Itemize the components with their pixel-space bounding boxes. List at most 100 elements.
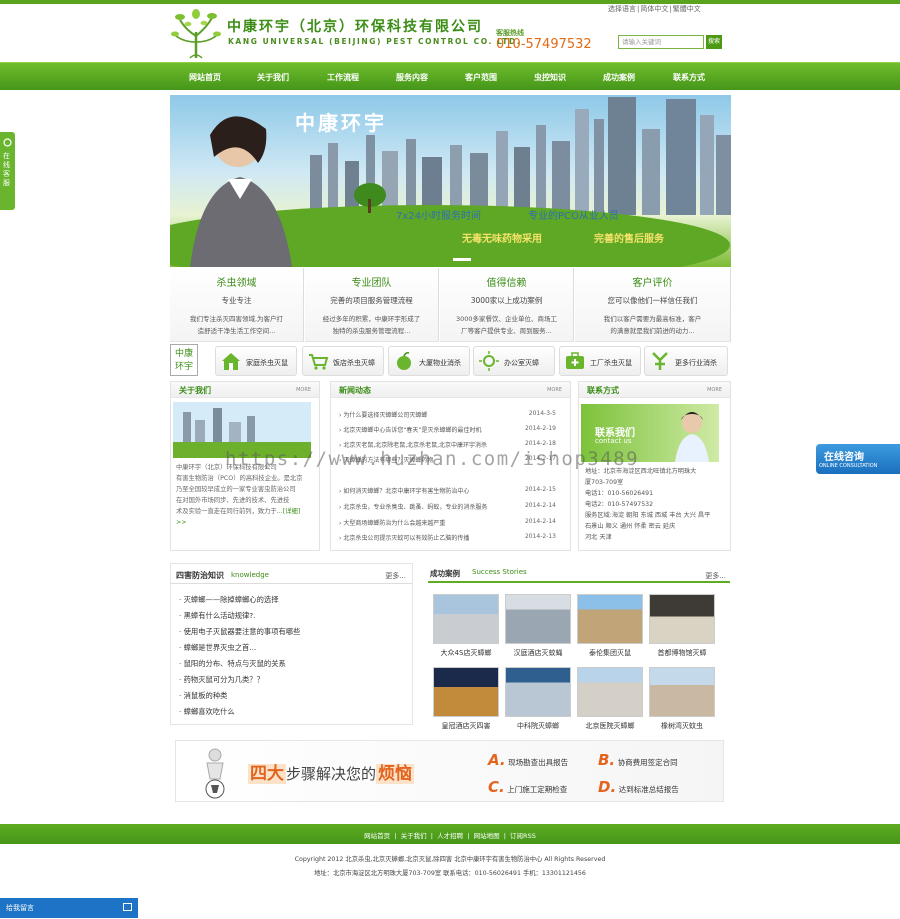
footer-link-sitemap[interactable]: 网站地图	[474, 832, 500, 840]
footer-link-home[interactable]: 网站首页	[364, 832, 390, 840]
cases-section: 成功案例 Success Stories 更多... 大众4S店灭蟑螂 汉庭酒店…	[428, 563, 730, 738]
service-label: 饭店杀虫灭蟑	[333, 359, 375, 367]
banner-pager[interactable]	[453, 258, 471, 261]
footer-link-about[interactable]: 关于我们	[401, 832, 427, 840]
company-name-cn: 中康环宇（北京）环保科技有限公司	[227, 19, 483, 35]
site-header: 中康环宇（北京）环保科技有限公司 KANG UNIVERSAL (BEIJING…	[170, 4, 730, 62]
knowledge-item[interactable]: · 消鼠板的种类	[179, 691, 227, 701]
service-label: 工厂杀虫灭鼠	[590, 359, 632, 367]
case-item[interactable]: 首都博物馆灭蟑	[649, 594, 715, 658]
feature-subtitle: 完善的项目服务管理流程	[330, 296, 413, 305]
online-consult-sublabel: ONLINE CONSULTATION	[819, 463, 878, 469]
main-nav: 网站首页 关于我们 工作流程 服务内容 客户范围 虫控知识 成功案例 联系方式	[0, 62, 900, 90]
news-item[interactable]: › 北京杀虫，专业杀臭虫、跳蚤、蚂蚁，专业的消杀服务	[339, 502, 487, 511]
nav-about[interactable]: 关于我们	[238, 72, 308, 83]
case-caption: 首都博物馆灭蟑	[657, 649, 707, 657]
link-simplified-chinese[interactable]: 简体中文	[639, 5, 669, 13]
banner-title: 中康环宇	[295, 111, 387, 135]
feature-title: 值得信赖	[486, 278, 527, 289]
nav-contact[interactable]: 联系方式	[654, 72, 724, 83]
news-item[interactable]: › 北京杀虫公司提示灭蚊可以有效防止乙脑的传播	[339, 533, 469, 542]
nav-services[interactable]: 服务内容	[377, 72, 447, 83]
case-caption: 皇冠酒店灭四害	[441, 722, 491, 730]
service-home[interactable]: 家庭杀虫灭鼠	[215, 346, 297, 376]
news-item[interactable]: › 如何消灭蟑螂？北京中康环宇有害生物防治中心	[339, 486, 469, 495]
feature-card[interactable]: 客户评价 您可以像他们一样信任我们 我们以客户需要为最高标准，客户 的满意就是我们…	[575, 268, 731, 342]
case-image	[433, 594, 499, 644]
knowledge-item[interactable]: · 蟑螂是世界灭虫之首...	[179, 643, 256, 653]
nav-workflow[interactable]: 工作流程	[308, 72, 378, 83]
case-item[interactable]: 泰伦集团灭鼠	[577, 594, 643, 658]
cases-more-link[interactable]: 更多...	[705, 571, 726, 581]
step-text: 现场勘查出具报告	[508, 758, 569, 767]
about-detail-link[interactable]: [详细]	[283, 508, 301, 515]
news-title: 新闻动态	[339, 386, 371, 395]
service-restaurant[interactable]: 饭店杀虫灭蟑	[302, 346, 384, 376]
footer-link-jobs[interactable]: 人才招聘	[437, 832, 463, 840]
case-image	[577, 594, 643, 644]
online-consult-button[interactable]: 在线咨询 ONLINE CONSULTATION	[816, 444, 900, 474]
knowledge-title: 四害防治知识	[176, 571, 224, 580]
case-item[interactable]: 皇冠酒店灭四害	[433, 667, 499, 731]
banner-line1-left: 7x24小时服务时间	[396, 211, 482, 222]
case-item[interactable]: 北京医院灭蟑螂	[577, 667, 643, 731]
about-arrow-link[interactable]: >>	[176, 517, 318, 528]
knowledge-item[interactable]: · 灭蟑螂——除掉蟑螂心的选择	[179, 595, 279, 605]
news-item[interactable]: › 北京灭蟑螂中心告诉您“春天”是灭杀蟑螂的最佳时机	[339, 425, 482, 434]
knowledge-item[interactable]: · 黑蟑有什么活动规律?.	[179, 611, 256, 621]
case-item[interactable]: 橡树湾灭蚊虫	[649, 667, 715, 731]
news-more-link[interactable]: MORE	[547, 387, 562, 393]
footer-address: 地址：北京市海淀区北方明珠大厦703-709室 联系电话：010-5602649…	[314, 870, 586, 877]
search-input[interactable]: 请输入关键词	[618, 35, 704, 49]
feature-card[interactable]: 值得信赖 3000家以上成功案例 3000多家餐饮、企业单位、商场工 厂等客户提供…	[440, 268, 574, 342]
news-date: 2014-2-18	[524, 440, 556, 447]
news-date: 2014-2-14	[524, 502, 556, 509]
nav-home[interactable]: 网站首页	[170, 72, 240, 83]
case-item[interactable]: 大众4S店灭蟑螂	[433, 594, 499, 658]
knowledge-item[interactable]: · 蟑螂喜欢吃什么	[179, 707, 235, 717]
contact-banner-en: contact us	[595, 437, 632, 445]
figure-with-ball-icon	[205, 748, 225, 799]
nav-clients[interactable]: 客户范围	[446, 72, 516, 83]
contact-more-link[interactable]: MORE	[707, 387, 722, 393]
footer-link-rss[interactable]: 订阅RSS	[510, 832, 536, 840]
about-more-link[interactable]: MORE	[296, 387, 311, 393]
nav-cases[interactable]: 成功案例	[584, 72, 654, 83]
first-aid-icon	[566, 352, 584, 369]
service-factory[interactable]: 工厂杀虫灭鼠	[559, 346, 641, 376]
knowledge-item[interactable]: · 使用电子灭鼠器要注意的事项有哪些	[179, 627, 300, 637]
news-item[interactable]: › 大型商场蟑螂防治为什么会越来越严重	[339, 518, 445, 527]
news-date: 2014-2-19	[524, 425, 556, 432]
house-icon	[222, 353, 240, 370]
feature-card[interactable]: 杀虫领域 专业专注 我们专注杀灭四害领域,为客户打 造舒适干净生活工作空间...	[170, 268, 304, 342]
case-image	[505, 594, 571, 644]
knowledge-item[interactable]: · 鼠阳的分布、特点与灭鼠的关系	[179, 659, 286, 669]
news-date: 2014-2-13	[524, 533, 556, 540]
nav-knowledge[interactable]: 虫控知识	[515, 72, 585, 83]
service-more[interactable]: 更多行业消杀	[644, 346, 728, 376]
banner-line1-right: 专业的PCO从业人员	[528, 211, 619, 222]
service-label: 更多行业消杀	[675, 359, 717, 367]
service-office[interactable]: 办公室灭蟑	[473, 346, 555, 376]
knowledge-more-link[interactable]: 更多...	[385, 571, 406, 581]
link-traditional-chinese[interactable]: 繁體中文	[672, 5, 702, 13]
side-service-tab[interactable]: 在线客服	[0, 132, 15, 210]
news-item[interactable]: › 为什么要选择灭蟑螂公司灭蟑螂	[339, 410, 427, 419]
step-letter: D.	[598, 778, 617, 796]
feature-title: 客户评价	[632, 278, 673, 289]
message-bar-label: 给我留言	[6, 904, 34, 912]
feature-card[interactable]: 专业团队 完善的项目服务管理流程 经过多年的积累，中康环宇形成了 独特的杀虫服务管…	[305, 268, 439, 342]
about-title: 关于我们	[179, 386, 211, 395]
case-item[interactable]: 中科院灭蟑螂	[505, 667, 571, 731]
step-text: 上门施工定期检查	[507, 785, 568, 794]
case-item[interactable]: 汉庭酒店灭蚊蝇	[505, 594, 571, 658]
knowledge-subtitle: knowledge	[231, 571, 269, 579]
contact-line: 厦703-709室	[585, 479, 624, 486]
feature-desc: 厂等客户提供专业、周到服务...	[461, 327, 552, 335]
service-building[interactable]: 大厦物业消杀	[388, 346, 470, 376]
message-bar[interactable]: 给我留言	[0, 898, 138, 918]
knowledge-item[interactable]: · 药物灭鼠可分为几类？？	[179, 675, 264, 685]
search-button[interactable]: 搜索	[706, 35, 722, 49]
window-icon[interactable]	[123, 903, 132, 911]
cases-title: 成功案例	[430, 569, 460, 578]
